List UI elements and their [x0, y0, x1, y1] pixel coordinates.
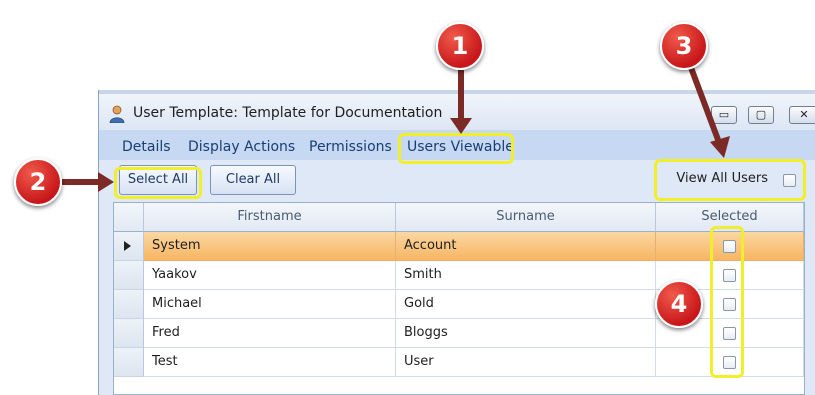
row-header[interactable]: [114, 319, 144, 348]
column-header-firstname[interactable]: Firstname: [144, 203, 396, 232]
close-icon: ✕: [799, 108, 809, 121]
arrow-1-head-icon: [450, 118, 472, 134]
highlight-users-viewable: [398, 133, 514, 164]
firstname-cell: Yaakov: [144, 261, 396, 290]
surname-cell: User: [396, 348, 656, 377]
callout-4: 4: [655, 280, 703, 328]
arrow-1-shaft: [458, 70, 464, 124]
callout-3: 3: [660, 22, 708, 70]
firstname-cell: System: [144, 232, 396, 261]
row-header[interactable]: [114, 232, 144, 261]
surname-cell: Gold: [396, 290, 656, 319]
highlight-selected-checkboxes: [710, 226, 744, 378]
callout-2: 2: [14, 158, 62, 206]
arrow-2-shaft: [62, 179, 102, 185]
column-header-surname[interactable]: Surname: [396, 203, 656, 232]
row-header[interactable]: [114, 290, 144, 319]
user-icon: [109, 105, 125, 123]
row-header[interactable]: [114, 261, 144, 290]
maximize-icon: ▢: [755, 108, 767, 121]
highlight-view-all-users: [654, 159, 806, 201]
table-row[interactable]: Yaakov Smith: [114, 261, 804, 290]
surname-cell: Smith: [396, 261, 656, 290]
highlight-select-all: [114, 167, 202, 199]
maximize-button[interactable]: ▢: [748, 106, 774, 124]
tab-details[interactable]: Details: [122, 139, 171, 155]
current-row-icon: [124, 241, 131, 251]
row-header-corner: [114, 203, 144, 232]
arrow-2-head-icon: [98, 172, 114, 192]
tab-permissions[interactable]: Permissions: [309, 139, 392, 155]
firstname-cell: Test: [144, 348, 396, 377]
table-row[interactable]: Test User: [114, 348, 804, 377]
clear-all-button[interactable]: Clear All: [210, 165, 296, 195]
surname-cell: Bloggs: [396, 319, 656, 348]
firstname-cell: Fred: [144, 319, 396, 348]
window-title: User Template: Template for Documentatio…: [133, 105, 443, 121]
tab-display-actions[interactable]: Display Actions: [188, 139, 295, 155]
close-button[interactable]: ✕: [789, 106, 815, 124]
table-row[interactable]: System Account: [114, 232, 804, 261]
table-row[interactable]: Fred Bloggs: [114, 319, 804, 348]
surname-cell: Account: [396, 232, 656, 261]
callout-1: 1: [436, 22, 484, 70]
arrow-3-icon: [687, 63, 730, 158]
row-header[interactable]: [114, 348, 144, 377]
firstname-cell: Michael: [144, 290, 396, 319]
